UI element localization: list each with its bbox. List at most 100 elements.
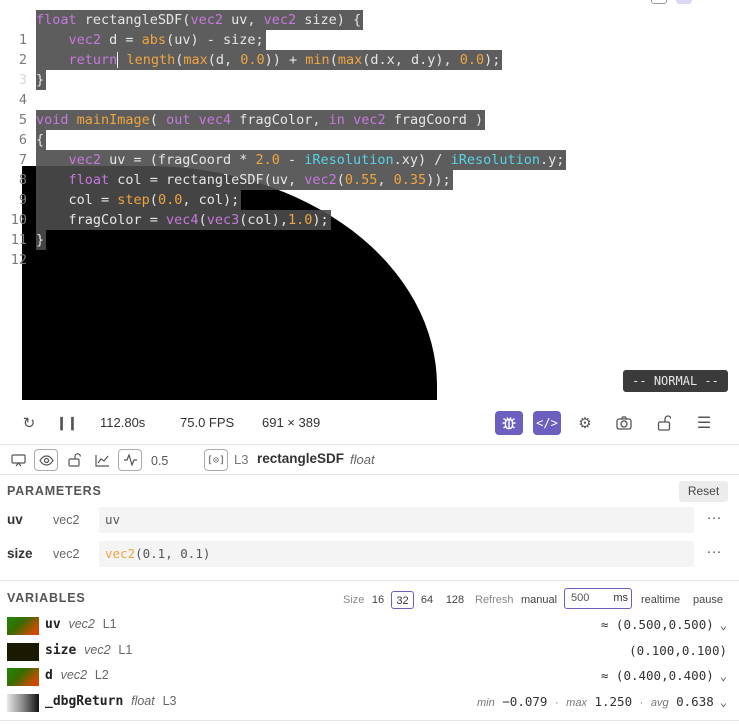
code-line[interactable]: 1 float rectangleSDF(vec2 uv, vec2 size)… xyxy=(0,10,713,48)
variables-title: VARIABLES xyxy=(7,591,86,605)
size-option-64[interactable]: 64 xyxy=(417,591,437,609)
code-text: return length(max(d, 0.0)) + min(max(d.x… xyxy=(36,50,503,70)
vim-mode-indicator: -- NORMAL -- xyxy=(623,370,728,392)
pause-icon[interactable]: ❙❙ xyxy=(54,411,80,435)
code-line[interactable]: 10 col = step(0.0, col); xyxy=(0,190,713,228)
shader-canvas[interactable]: 1 float rectangleSDF(vec2 uv, vec2 size)… xyxy=(0,0,739,400)
variable-row-d[interactable]: d vec2 L2 ≈ (0.400,0.400) ⌄ xyxy=(0,665,739,689)
menu-icon[interactable]: ☰ xyxy=(691,411,717,435)
parameter-value-input[interactable]: uv xyxy=(99,507,694,533)
variable-row-size[interactable]: size vec2 L1 (0.100,0.100) xyxy=(0,640,739,664)
chevron-down-icon: ⌄ xyxy=(719,695,727,709)
variable-stats: min −0.079 · max 1.250 · avg 0.638 ⌄ xyxy=(477,694,727,709)
code-text: { xyxy=(36,130,47,150)
refresh-label: Refresh xyxy=(475,594,514,606)
fps-display: 75.0 FPS xyxy=(180,415,235,430)
code-line[interactable]: 2 vec2 d = abs(uv) - size; xyxy=(0,30,713,68)
unlock-icon[interactable] xyxy=(651,411,677,435)
variable-row-uv[interactable]: uv vec2 L1 ≈ (0.500,0.500) ⌄ xyxy=(0,614,739,638)
code-text: vec2 uv = (fragCoord * 2.0 - iResolution… xyxy=(36,150,567,170)
time-display: 112.80s xyxy=(100,415,146,430)
line-number: 12 xyxy=(10,252,27,268)
variable-swatch xyxy=(7,643,39,661)
parameter-value-args: (0.1, 0.1) xyxy=(135,546,211,561)
debug-bug-icon[interactable] xyxy=(495,411,523,435)
variable-label: uv vec2 L1 xyxy=(45,617,117,632)
parameter-name: size xyxy=(7,546,33,561)
parameter-type: vec2 xyxy=(53,513,80,527)
variable-bracket-icon[interactable]: [⊙] xyxy=(204,449,228,471)
code-text: } xyxy=(36,230,47,250)
debug-function-name: rectangleSDF xyxy=(257,451,345,466)
gear-icon[interactable]: ⚙ xyxy=(572,411,598,435)
parameter-value-text: uv xyxy=(105,512,121,527)
line-chart-icon[interactable] xyxy=(90,449,114,471)
panel-tab-icon[interactable] xyxy=(651,0,667,4)
playback-toolbar: ↻ ❙❙ 112.80s 75.0 FPS 691 × 389 </> ⚙ ☰ xyxy=(0,400,739,445)
code-text: vec2 d = abs(uv) - size; xyxy=(36,30,266,50)
refresh-interval-value: 500 xyxy=(571,592,590,604)
code-text: float rectangleSDF(vec2 uv, vec2 size) { xyxy=(36,10,364,30)
code-line[interactable]: 11 fragColor = vec4(vec3(col),1.0); xyxy=(0,210,713,248)
variable-value: ≈ (0.500,0.500) ⌄ xyxy=(600,617,727,632)
variable-swatch xyxy=(7,617,39,635)
more-options-button[interactable]: ··· xyxy=(700,509,728,531)
code-line[interactable]: 9 float col = rectangleSDF(uv, vec2(0.55… xyxy=(0,170,713,208)
code-text: void mainImage( out vec4 fragColor, in v… xyxy=(36,110,486,130)
editor-scroll-gutter xyxy=(713,10,739,370)
size-option-32[interactable]: 32 xyxy=(391,591,414,609)
waveform-icon[interactable] xyxy=(118,449,142,471)
debug-value-input[interactable]: 0.5 xyxy=(146,450,202,470)
variable-swatch xyxy=(7,694,39,712)
parameter-value-input[interactable]: vec2(0.1, 0.1) xyxy=(99,541,694,567)
code-line-current[interactable]: 3 return length(max(d, 0.0)) + min(max(d… xyxy=(0,50,713,88)
code-line[interactable]: 7 { xyxy=(0,130,713,168)
code-line[interactable]: 4 } xyxy=(0,70,713,108)
more-options-button[interactable]: ··· xyxy=(700,543,728,565)
code-toggle-icon[interactable]: </> xyxy=(533,411,561,435)
divider xyxy=(0,720,739,721)
variable-value: (0.100,0.100) xyxy=(629,643,727,658)
inline-preview-icon[interactable] xyxy=(6,449,30,471)
debug-bar: 0.5 [⊙] L3 rectangleSDF float xyxy=(0,446,739,474)
chevron-down-icon: ⌄ xyxy=(719,618,727,632)
parameter-value-fn: vec2 xyxy=(105,546,136,561)
variable-swatch xyxy=(7,668,39,686)
code-line[interactable]: 12 } xyxy=(0,230,713,268)
refresh-pause-option[interactable]: pause xyxy=(693,591,723,609)
code-line[interactable]: 8 vec2 uv = (fragCoord * 2.0 - iResoluti… xyxy=(0,150,713,188)
parameter-type: vec2 xyxy=(53,547,80,561)
parameters-title: PARAMETERS xyxy=(7,484,102,498)
divider xyxy=(0,474,739,475)
debug-line: L3 xyxy=(234,452,249,467)
code-text: col = step(0.0, col); xyxy=(36,190,242,210)
code-editor[interactable]: 1 float rectangleSDF(vec2 uv, vec2 size)… xyxy=(0,10,713,268)
parameter-row-uv: uv vec2 uv ··· xyxy=(0,507,739,533)
variable-label: _dbgReturn float L3 xyxy=(45,694,177,709)
panel-tab-icon-active[interactable] xyxy=(676,0,692,4)
code-text: fragColor = vec4(vec3(col),1.0); xyxy=(36,210,331,230)
code-line[interactable]: 5 xyxy=(0,90,713,128)
code-text: } xyxy=(36,70,47,90)
parameter-name: uv xyxy=(7,512,23,527)
refresh-interval-input[interactable]: 500 ms xyxy=(564,588,632,609)
restart-icon[interactable]: ↻ xyxy=(16,411,42,435)
top-strip xyxy=(0,0,739,10)
refresh-realtime-option[interactable]: realtime xyxy=(641,591,680,609)
size-option-16[interactable]: 16 xyxy=(368,591,388,609)
refresh-manual-option[interactable]: manual xyxy=(521,591,557,609)
code-line[interactable]: 6 void mainImage( out vec4 fragColor, in… xyxy=(0,110,713,148)
camera-icon[interactable] xyxy=(611,411,637,435)
shader-editor-app: 1 float rectangleSDF(vec2 uv, vec2 size)… xyxy=(0,0,739,725)
chevron-down-icon: ⌄ xyxy=(719,669,727,683)
variable-row-dbgreturn[interactable]: _dbgReturn float L3 min −0.079 · max 1.2… xyxy=(0,691,739,715)
variable-value: ≈ (0.400,0.400) ⌄ xyxy=(600,668,727,683)
eye-icon[interactable] xyxy=(34,449,58,471)
parameter-row-size: size vec2 vec2(0.1, 0.1) ··· xyxy=(0,541,739,567)
divider xyxy=(0,580,739,581)
reset-button[interactable]: Reset xyxy=(679,481,728,502)
variable-label: d vec2 L2 xyxy=(45,668,109,683)
lock-icon[interactable] xyxy=(62,449,86,471)
variable-label: size vec2 L1 xyxy=(45,643,133,658)
size-option-128[interactable]: 128 xyxy=(442,591,468,609)
